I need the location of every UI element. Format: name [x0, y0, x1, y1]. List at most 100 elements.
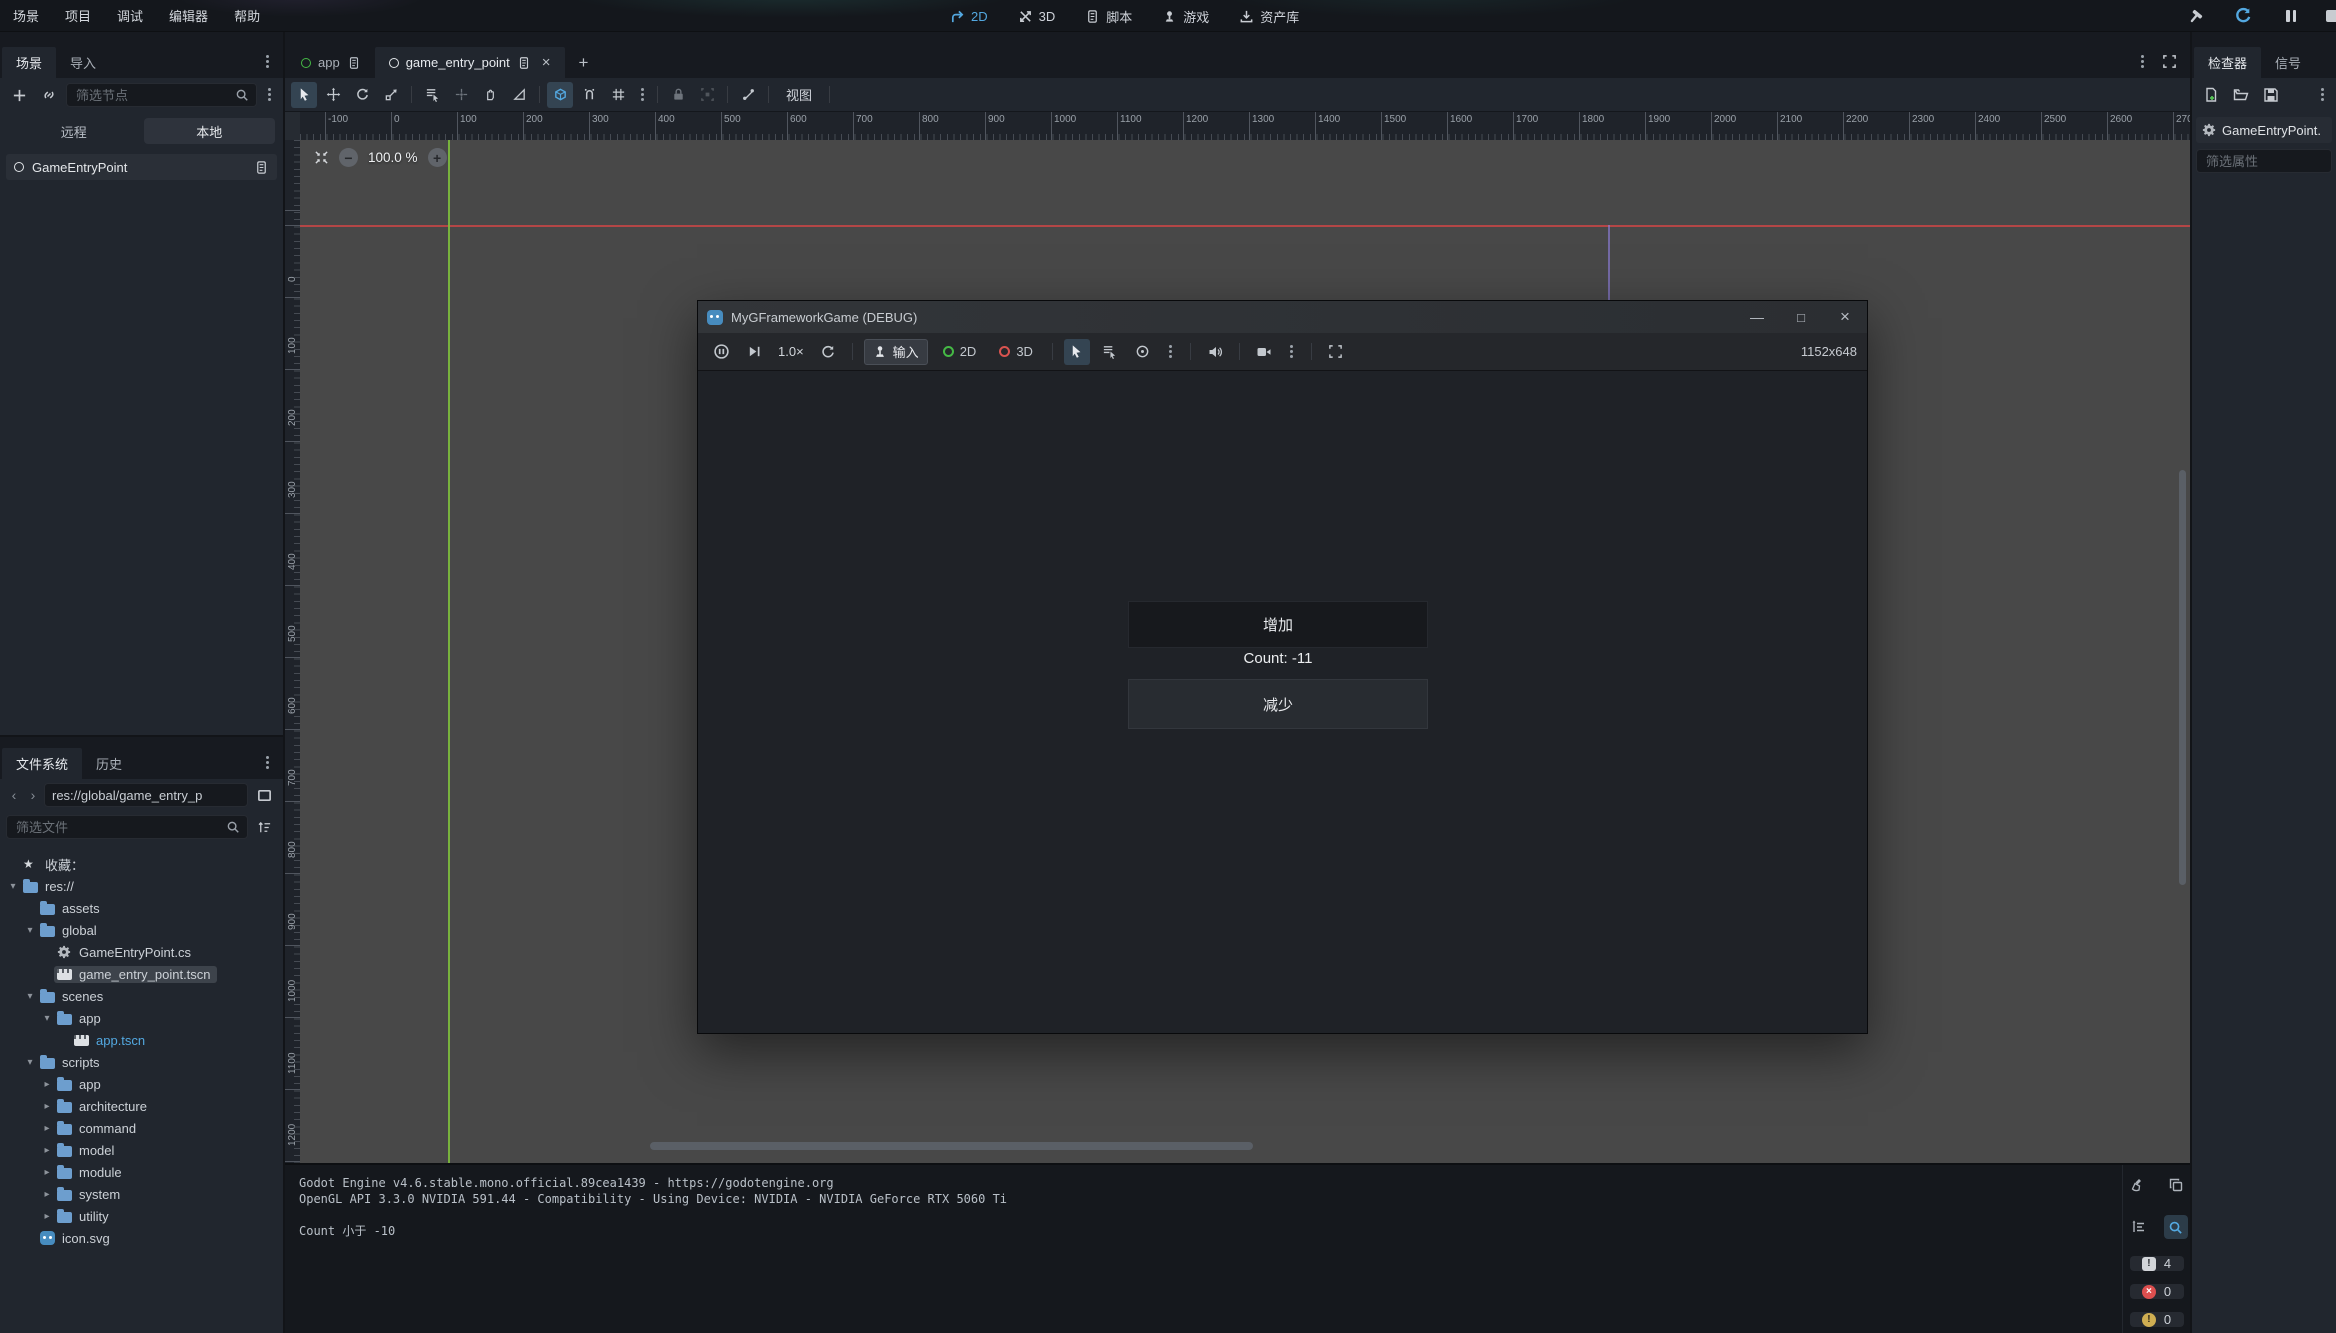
- skeleton-bone-icon[interactable]: [735, 82, 761, 108]
- clear-output-icon[interactable]: [2125, 1172, 2151, 1198]
- fs-tree-item[interactable]: ▸module: [0, 1161, 283, 1183]
- tree-arrow-icon[interactable]: ▸: [40, 1211, 54, 1222]
- forward-icon[interactable]: ›: [25, 787, 41, 803]
- fs-tree-item[interactable]: ▾scenes: [0, 985, 283, 1007]
- tree-arrow-icon[interactable]: ▾: [23, 925, 37, 936]
- nav-2d[interactable]: 2D: [950, 9, 988, 24]
- back-icon[interactable]: ‹: [6, 787, 22, 803]
- list-select-mode-icon[interactable]: [1097, 339, 1123, 365]
- vertical-scrollbar[interactable]: [2179, 470, 2186, 885]
- fs-tree-item[interactable]: assets: [0, 897, 283, 919]
- fs-tree-item[interactable]: 收藏：: [0, 853, 283, 875]
- embed-game-icon[interactable]: [1251, 339, 1277, 365]
- zoom-in-button[interactable]: +: [428, 148, 447, 167]
- search-output-icon[interactable]: [2164, 1215, 2188, 1239]
- nav-3d[interactable]: 3D: [1018, 9, 1056, 24]
- group-icon[interactable]: [694, 82, 720, 108]
- move-pivot-tool[interactable]: [448, 82, 474, 108]
- menu-debug[interactable]: 调试: [104, 0, 156, 32]
- fs-tree-item[interactable]: ▾res://: [0, 875, 283, 897]
- fs-tree-item[interactable]: game_entry_point.tscn: [0, 963, 283, 985]
- fs-tree-item[interactable]: ▸utility: [0, 1205, 283, 1227]
- edited-object[interactable]: GameEntryPoint.: [2196, 117, 2332, 143]
- snap-options-icon[interactable]: [547, 82, 573, 108]
- tree-arrow-icon[interactable]: ▸: [40, 1145, 54, 1156]
- grid-snap-icon[interactable]: [605, 82, 631, 108]
- tree-arrow-icon[interactable]: ▸: [40, 1189, 54, 1200]
- rotate-tool[interactable]: [349, 82, 375, 108]
- path-field[interactable]: [44, 783, 248, 807]
- menu-help[interactable]: 帮助: [221, 0, 273, 32]
- instance-scene-button[interactable]: [36, 82, 62, 108]
- zoom-percent[interactable]: 100.0 %: [368, 150, 418, 165]
- maximize-button[interactable]: □: [1779, 301, 1823, 333]
- tab-import[interactable]: 导入: [56, 47, 110, 78]
- fs-tree-item[interactable]: app.tscn: [0, 1029, 283, 1051]
- new-scene-tab-button[interactable]: +: [565, 47, 603, 78]
- select-mode-icon[interactable]: [1064, 339, 1090, 365]
- split-view-icon[interactable]: [251, 782, 277, 808]
- minimize-button[interactable]: —: [1735, 301, 1779, 333]
- lock-icon[interactable]: [665, 82, 691, 108]
- tab-list-icon[interactable]: [2134, 54, 2150, 70]
- fs-tree-item[interactable]: ▾scripts: [0, 1051, 283, 1073]
- warning-count-badge[interactable]: ! 0: [2130, 1312, 2184, 1327]
- nav-game[interactable]: 游戏: [1162, 7, 1209, 26]
- tree-arrow-icon[interactable]: ▾: [6, 881, 20, 892]
- focus-selection-icon[interactable]: [1130, 339, 1156, 365]
- snap-menu-icon[interactable]: [634, 87, 650, 103]
- pause-game-icon[interactable]: [2278, 3, 2304, 29]
- fs-tree-item[interactable]: ▸system: [0, 1183, 283, 1205]
- build-hammer-icon[interactable]: [2182, 3, 2208, 29]
- dock-options-icon[interactable]: [259, 54, 275, 70]
- error-count-badge[interactable]: × 0: [2130, 1284, 2184, 1299]
- stop-game-icon[interactable]: [2326, 10, 2336, 22]
- scene-filter-input[interactable]: [74, 87, 229, 104]
- tree-arrow-icon[interactable]: ▾: [40, 1013, 54, 1024]
- increase-button[interactable]: 增加: [1128, 601, 1428, 648]
- tree-arrow-icon[interactable]: ▸: [40, 1167, 54, 1178]
- select-tool[interactable]: [291, 82, 317, 108]
- restart-game-icon[interactable]: [2230, 3, 2256, 29]
- sort-files-icon[interactable]: [251, 814, 277, 840]
- copy-output-icon[interactable]: [2163, 1172, 2189, 1198]
- scale-tool[interactable]: [378, 82, 404, 108]
- fs-tree-item[interactable]: ▾app: [0, 1007, 283, 1029]
- add-node-button[interactable]: [6, 82, 32, 108]
- scene-tab-game-entry-point[interactable]: game_entry_point ×: [375, 47, 565, 78]
- tab-signals[interactable]: 信号: [2261, 47, 2315, 78]
- suspend-icon[interactable]: [708, 339, 734, 365]
- close-button[interactable]: ×: [1823, 301, 1867, 333]
- fs-tree-item[interactable]: GameEntryPoint.cs: [0, 941, 283, 963]
- fs-tree-item[interactable]: ▸model: [0, 1139, 283, 1161]
- fs-tree-item[interactable]: ▸app: [0, 1073, 283, 1095]
- property-filter-input[interactable]: [2204, 153, 2324, 170]
- next-frame-icon[interactable]: [741, 339, 767, 365]
- decrease-button[interactable]: 减少: [1128, 679, 1428, 729]
- remote-button[interactable]: 远程: [8, 118, 140, 144]
- filesystem-options-icon[interactable]: [259, 755, 275, 771]
- message-count-badge[interactable]: ! 4: [2130, 1256, 2184, 1271]
- menu-editor[interactable]: 编辑器: [156, 0, 221, 32]
- tab-history[interactable]: 历史: [82, 748, 136, 779]
- tree-arrow-icon[interactable]: ▾: [23, 1057, 37, 1068]
- ruler-tool[interactable]: [506, 82, 532, 108]
- horizontal-scrollbar[interactable]: [650, 1142, 1253, 1150]
- menu-scene[interactable]: 场景: [0, 0, 52, 32]
- fs-tree-item[interactable]: ▾global: [0, 919, 283, 941]
- tab-inspector[interactable]: 检查器: [2194, 47, 2261, 78]
- inspector-options-icon[interactable]: [2314, 87, 2330, 103]
- attached-script-icon[interactable]: [254, 160, 269, 175]
- camera-3d-button[interactable]: 3D: [991, 339, 1041, 365]
- fs-tree-item[interactable]: ▸command: [0, 1117, 283, 1139]
- tree-arrow-icon[interactable]: ▸: [40, 1123, 54, 1134]
- tab-scene[interactable]: 场景: [2, 47, 56, 78]
- smart-snap-icon[interactable]: [576, 82, 602, 108]
- speed-multiplier[interactable]: 1.0×: [774, 344, 808, 359]
- move-tool[interactable]: [320, 82, 346, 108]
- pan-tool[interactable]: [477, 82, 503, 108]
- nav-assetlib[interactable]: 资产库: [1239, 7, 1299, 26]
- reset-speed-icon[interactable]: [815, 339, 841, 365]
- local-button[interactable]: 本地: [144, 118, 276, 144]
- tab-filesystem[interactable]: 文件系统: [2, 748, 82, 779]
